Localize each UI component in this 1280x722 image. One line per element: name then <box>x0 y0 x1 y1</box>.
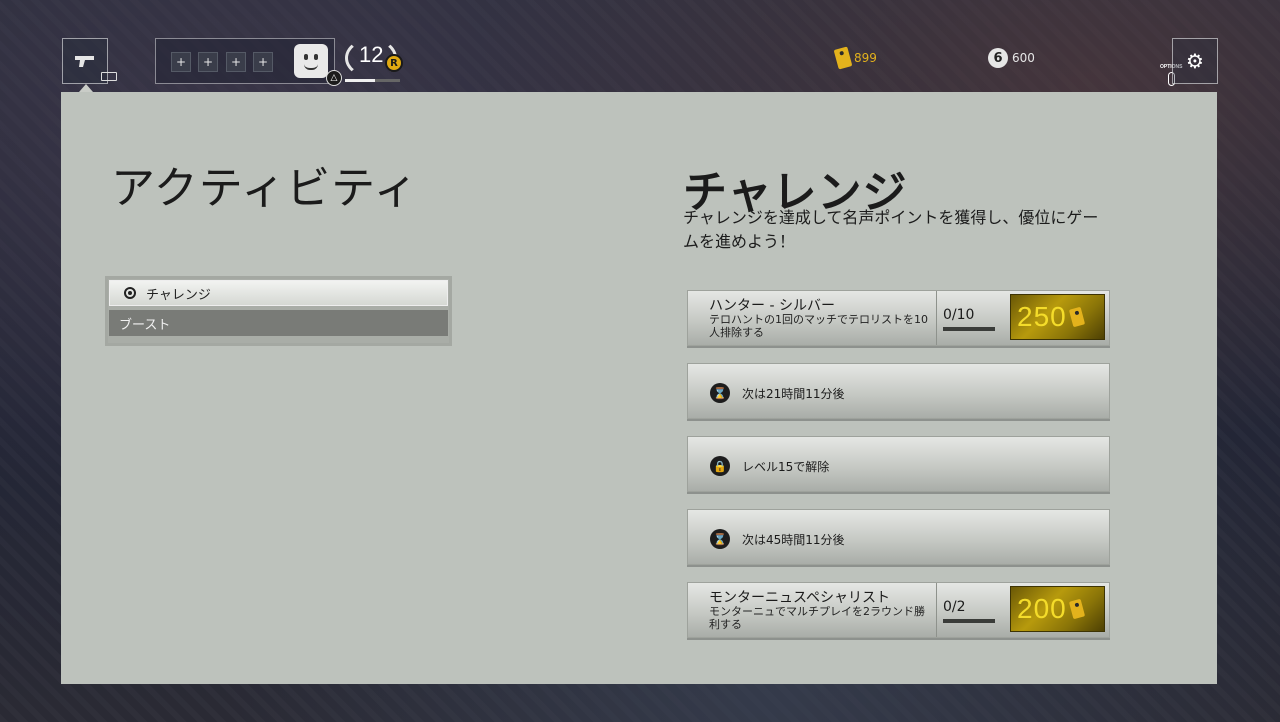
challenge-progress: 0/2 <box>936 583 1006 637</box>
player-level: 12 <box>359 42 384 67</box>
menu-item-label: チャレンジ <box>146 287 211 303</box>
player-avatar-icon[interactable] <box>294 44 328 78</box>
options-button[interactable]: ⚙ <box>1172 38 1218 84</box>
challenge-description: モンターニュでマルチプレイを2ラウンド勝利する <box>709 605 925 631</box>
loadout-button[interactable] <box>62 38 117 92</box>
menu-item-challenges[interactable]: チャレンジ <box>109 280 448 306</box>
renown-coin-icon: R <box>385 54 403 72</box>
progress-bar <box>943 327 995 331</box>
locked-row: ⌛ 次は45時間11分後 <box>710 529 845 549</box>
selected-radio-icon <box>124 287 136 299</box>
squad-panel: + + + + <box>155 38 335 84</box>
locked-text: 次は45時間11分後 <box>742 532 845 547</box>
level-progress-bar <box>345 79 400 82</box>
activity-menu: チャレンジ ブースト <box>105 276 452 346</box>
reward-amount: 250 <box>1017 301 1067 332</box>
lock-icon: 🔒 <box>710 456 730 476</box>
locked-text: レベル15で解除 <box>742 459 830 474</box>
progress-count: 0/2 <box>943 599 966 615</box>
level-progress-fill <box>345 79 376 82</box>
add-user-icon: + <box>175 55 187 69</box>
activity-panel: アクティビティ チャレンジ ブースト チャレンジ チャレンジを達成して名声ポイン… <box>61 92 1217 684</box>
renown-tag-icon <box>1068 306 1085 328</box>
pistol-icon <box>75 56 94 67</box>
menu-item-label: ブースト <box>119 317 171 333</box>
player-level-badge: 12 R <box>345 38 405 82</box>
challenge-card-locked-level: 🔒 レベル15で解除 <box>687 436 1110 492</box>
renown-reward: 250 <box>1010 294 1105 340</box>
challenges-description: チャレンジを達成して名声ポイントを獲得し、優位にゲームを進めよう！ <box>683 208 1099 251</box>
menu-item-boost[interactable]: ブースト <box>109 310 448 336</box>
renown-tag-icon <box>833 46 853 70</box>
add-user-icon: + <box>257 55 269 69</box>
keyboard-icon <box>101 72 117 81</box>
renown-reward: 200 <box>1010 586 1105 632</box>
challenge-description: テロハントの1回のマッチでテロリストを10人排除する <box>709 313 928 339</box>
challenge-card-montagne-specialist[interactable]: モンターニュスペシャリスト モンターニュでマルチプレイを2ラウンド勝利する 0/… <box>687 582 1110 638</box>
add-user-icon: + <box>230 55 242 69</box>
credits-amount: 600 <box>1012 51 1035 65</box>
locked-row: 🔒 レベル15で解除 <box>710 456 829 476</box>
progress-count: 0/10 <box>943 307 975 323</box>
challenge-card-locked-timer-1: ⌛ 次は21時間11分後 <box>687 363 1110 419</box>
add-user-icon: + <box>202 55 214 69</box>
locked-text: 次は21時間11分後 <box>742 386 845 401</box>
invite-player-slot-1[interactable]: + <box>171 52 191 72</box>
challenge-name: ハンター - シルバー <box>709 298 835 314</box>
challenge-card-hunter-silver[interactable]: ハンター - シルバー テロハントの1回のマッチでテロリストを10人排除する 0… <box>687 290 1110 346</box>
r6-credits-icon: 6 <box>988 48 1008 68</box>
invite-player-slot-3[interactable]: + <box>226 52 246 72</box>
challenge-card-locked-timer-2: ⌛ 次は45時間11分後 <box>687 509 1110 565</box>
r6-credits-balance: 6 600 <box>988 48 1035 68</box>
challenge-name: モンターニュスペシャリスト <box>709 590 891 606</box>
gear-icon: ⚙ <box>1186 49 1204 73</box>
triangle-button-icon: △ <box>326 70 342 86</box>
challenge-progress: 0/10 <box>936 291 1006 345</box>
renown-balance: 899 <box>833 46 877 70</box>
hourglass-icon: ⌛ <box>710 383 730 403</box>
renown-tag-icon <box>1068 598 1085 620</box>
renown-amount: 899 <box>854 51 877 65</box>
reward-amount: 200 <box>1017 593 1067 624</box>
invite-player-slot-2[interactable]: + <box>198 52 218 72</box>
activity-title: アクティビティ <box>111 163 419 214</box>
locked-row: ⌛ 次は21時間11分後 <box>710 383 845 403</box>
top-bar: + + + + △ 12 R 899 6 600 OPTIONS ⚙ <box>0 0 1280 92</box>
invite-player-slot-4[interactable]: + <box>253 52 273 72</box>
hourglass-icon: ⌛ <box>710 529 730 549</box>
progress-bar <box>943 619 995 623</box>
